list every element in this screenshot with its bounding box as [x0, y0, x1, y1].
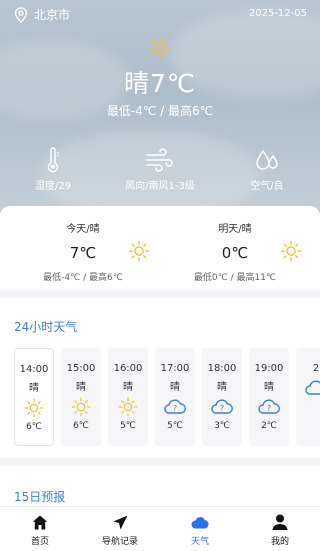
nav-profile-label: 我的	[270, 537, 289, 547]
nav-home-label: 首页	[30, 537, 49, 547]
hour-time: 2	[312, 363, 320, 374]
wind-stat: 风向/南风1-3级	[110, 146, 210, 192]
hour-item[interactable]: 17:00 晴 ? 5℃	[155, 348, 195, 446]
hour-time: 15:00	[66, 363, 96, 374]
hour-item[interactable]: 2	[296, 348, 320, 446]
location-name: 北京市	[34, 8, 71, 22]
current-date: 2025-12-05	[248, 8, 307, 19]
hour-time: 14:00	[19, 364, 49, 375]
today-tomorrow-card: 今天/晴 7℃ 最低-4℃ / 最高6℃ 明天/晴 0℃ 最低0℃ / 最高11…	[0, 206, 320, 290]
hour-time: 17:00	[160, 363, 190, 374]
water-drops-icon	[256, 149, 278, 170]
location-selector[interactable]: 北京市	[14, 6, 70, 23]
hour-temp: 2℃	[261, 421, 277, 431]
wind-label: 风向/南风1-3级	[125, 181, 195, 192]
send-icon	[113, 515, 127, 529]
unknown-cloud-icon: ?	[258, 399, 280, 414]
current-condition: 晴7℃	[124, 69, 196, 98]
location-pin-icon	[14, 6, 28, 23]
svg-text:?: ?	[220, 404, 224, 413]
hourly-scroller[interactable]: 14:00 晴 6℃ 15:00 晴 6℃ 16:00 晴 5℃ 17:00 晴…	[14, 348, 320, 446]
hour-temp: 3℃	[214, 421, 230, 431]
weather-hero: 北京市 2025-12-05 晴7℃ 最低-4℃ / 最高6℃ 湿度/29 风向…	[0, 0, 320, 230]
hour-condition: 晴	[170, 382, 180, 393]
hourly-card: 24小时天气 14:00 晴 6℃ 15:00 晴 6℃ 16:00 晴 5℃ …	[0, 298, 320, 458]
svg-text:?: ?	[173, 404, 177, 413]
sun-icon	[118, 397, 138, 417]
unknown-cloud-icon	[305, 380, 320, 395]
hour-time: 18:00	[207, 363, 237, 374]
sun-icon	[148, 36, 172, 60]
home-icon	[32, 515, 48, 529]
sun-icon	[128, 240, 150, 262]
nav-profile[interactable]: 我的	[240, 507, 320, 551]
hour-temp: 5℃	[167, 421, 183, 431]
hour-condition: 晴	[217, 382, 227, 393]
tomorrow-range: 最低0℃ / 最高11℃	[193, 273, 277, 283]
unknown-cloud-icon: ?	[211, 399, 233, 414]
hour-condition: 晴	[76, 382, 86, 393]
hour-temp: 6℃	[26, 422, 42, 432]
forecast-15-title: 15日预报	[14, 490, 66, 504]
hourly-title: 24小时天气	[14, 320, 78, 334]
current-range: 最低-4℃ / 最高6℃	[106, 104, 214, 118]
nav-records[interactable]: 导航记录	[80, 507, 160, 551]
hour-time: 16:00	[113, 363, 143, 374]
humidity-stat: 湿度/29	[3, 146, 103, 192]
user-icon	[272, 514, 288, 530]
today-range: 最低-4℃ / 最高6℃	[43, 273, 123, 283]
nav-weather[interactable]: 天气	[160, 507, 240, 551]
thermometer-icon	[47, 147, 59, 173]
nav-home[interactable]: 首页	[0, 507, 80, 551]
hour-item[interactable]: 18:00 晴 ? 3℃	[202, 348, 242, 446]
cloud-icon	[191, 516, 209, 528]
hour-condition: 晴	[123, 382, 133, 393]
hour-condition: 晴	[29, 383, 39, 394]
sun-icon	[280, 240, 302, 262]
sun-icon	[24, 398, 44, 418]
tomorrow-title: 明天/晴	[218, 224, 252, 235]
hour-temp: 6℃	[73, 421, 89, 431]
air-label: 空气/良	[250, 181, 284, 192]
sun-icon	[71, 397, 91, 417]
hour-item[interactable]: 16:00 晴 5℃	[108, 348, 148, 446]
hour-item[interactable]: 19:00 晴 ? 2℃	[249, 348, 289, 446]
svg-text:?: ?	[267, 404, 271, 413]
today-title: 今天/晴	[66, 224, 100, 235]
hour-time: 19:00	[254, 363, 284, 374]
hour-item[interactable]: 14:00 晴 6℃	[14, 348, 54, 446]
unknown-cloud-icon: ?	[164, 399, 186, 414]
hour-item[interactable]: 15:00 晴 6℃	[61, 348, 101, 446]
top-bar: 北京市 2025-12-05	[0, 0, 320, 30]
nav-records-label: 导航记录	[101, 537, 138, 547]
humidity-label: 湿度/29	[34, 181, 72, 192]
wind-icon	[146, 148, 173, 172]
hour-temp: 5℃	[120, 421, 136, 431]
air-stat: 空气/良	[217, 146, 317, 192]
nav-weather-label: 天气	[190, 537, 209, 547]
bottom-nav: 首页 导航记录 天气 我的	[0, 506, 320, 551]
hour-condition: 晴	[264, 382, 274, 393]
